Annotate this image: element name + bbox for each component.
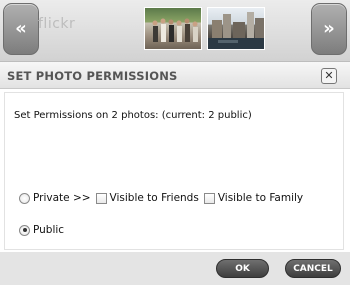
public-radio[interactable]: [19, 224, 30, 236]
close-icon: ✕: [324, 69, 334, 82]
cancel-button[interactable]: CANCEL: [285, 259, 341, 278]
dialog-footer: OK CANCEL: [0, 252, 350, 285]
group-photo-image: [152, 18, 198, 42]
dialog-title: SET PHOTO PERMISSIONS: [7, 69, 178, 83]
city-river-image: [208, 12, 264, 49]
previous-button[interactable]: «: [3, 3, 39, 55]
photo-thumbnail[interactable]: [207, 7, 265, 50]
ok-button[interactable]: OK: [216, 259, 269, 278]
friends-label[interactable]: Visible to Friends: [110, 192, 199, 204]
public-option-row: Public: [19, 224, 69, 236]
private-radio[interactable]: [19, 192, 30, 204]
permissions-summary: Set Permissions on 2 photos: (current: 2…: [14, 110, 252, 121]
family-checkbox[interactable]: [203, 192, 215, 204]
friends-checkbox[interactable]: [95, 192, 107, 204]
photo-thumbnail[interactable]: [144, 7, 202, 50]
dialog-body: Set Permissions on 2 photos: (current: 2…: [4, 92, 344, 250]
next-button[interactable]: »: [311, 3, 347, 55]
brand-logo: flickr: [38, 16, 76, 32]
photo-strip: « flickr »: [0, 0, 350, 62]
close-button[interactable]: ✕: [321, 68, 337, 84]
private-label[interactable]: Private >>: [33, 192, 91, 204]
dialog-header: SET PHOTO PERMISSIONS ✕: [0, 62, 350, 89]
privacy-options-row: Private >> Visible to Friends Visible to…: [19, 192, 308, 204]
family-label[interactable]: Visible to Family: [218, 192, 303, 204]
public-label[interactable]: Public: [33, 224, 64, 236]
permissions-dialog: SET PHOTO PERMISSIONS ✕ Set Permissions …: [0, 62, 350, 285]
